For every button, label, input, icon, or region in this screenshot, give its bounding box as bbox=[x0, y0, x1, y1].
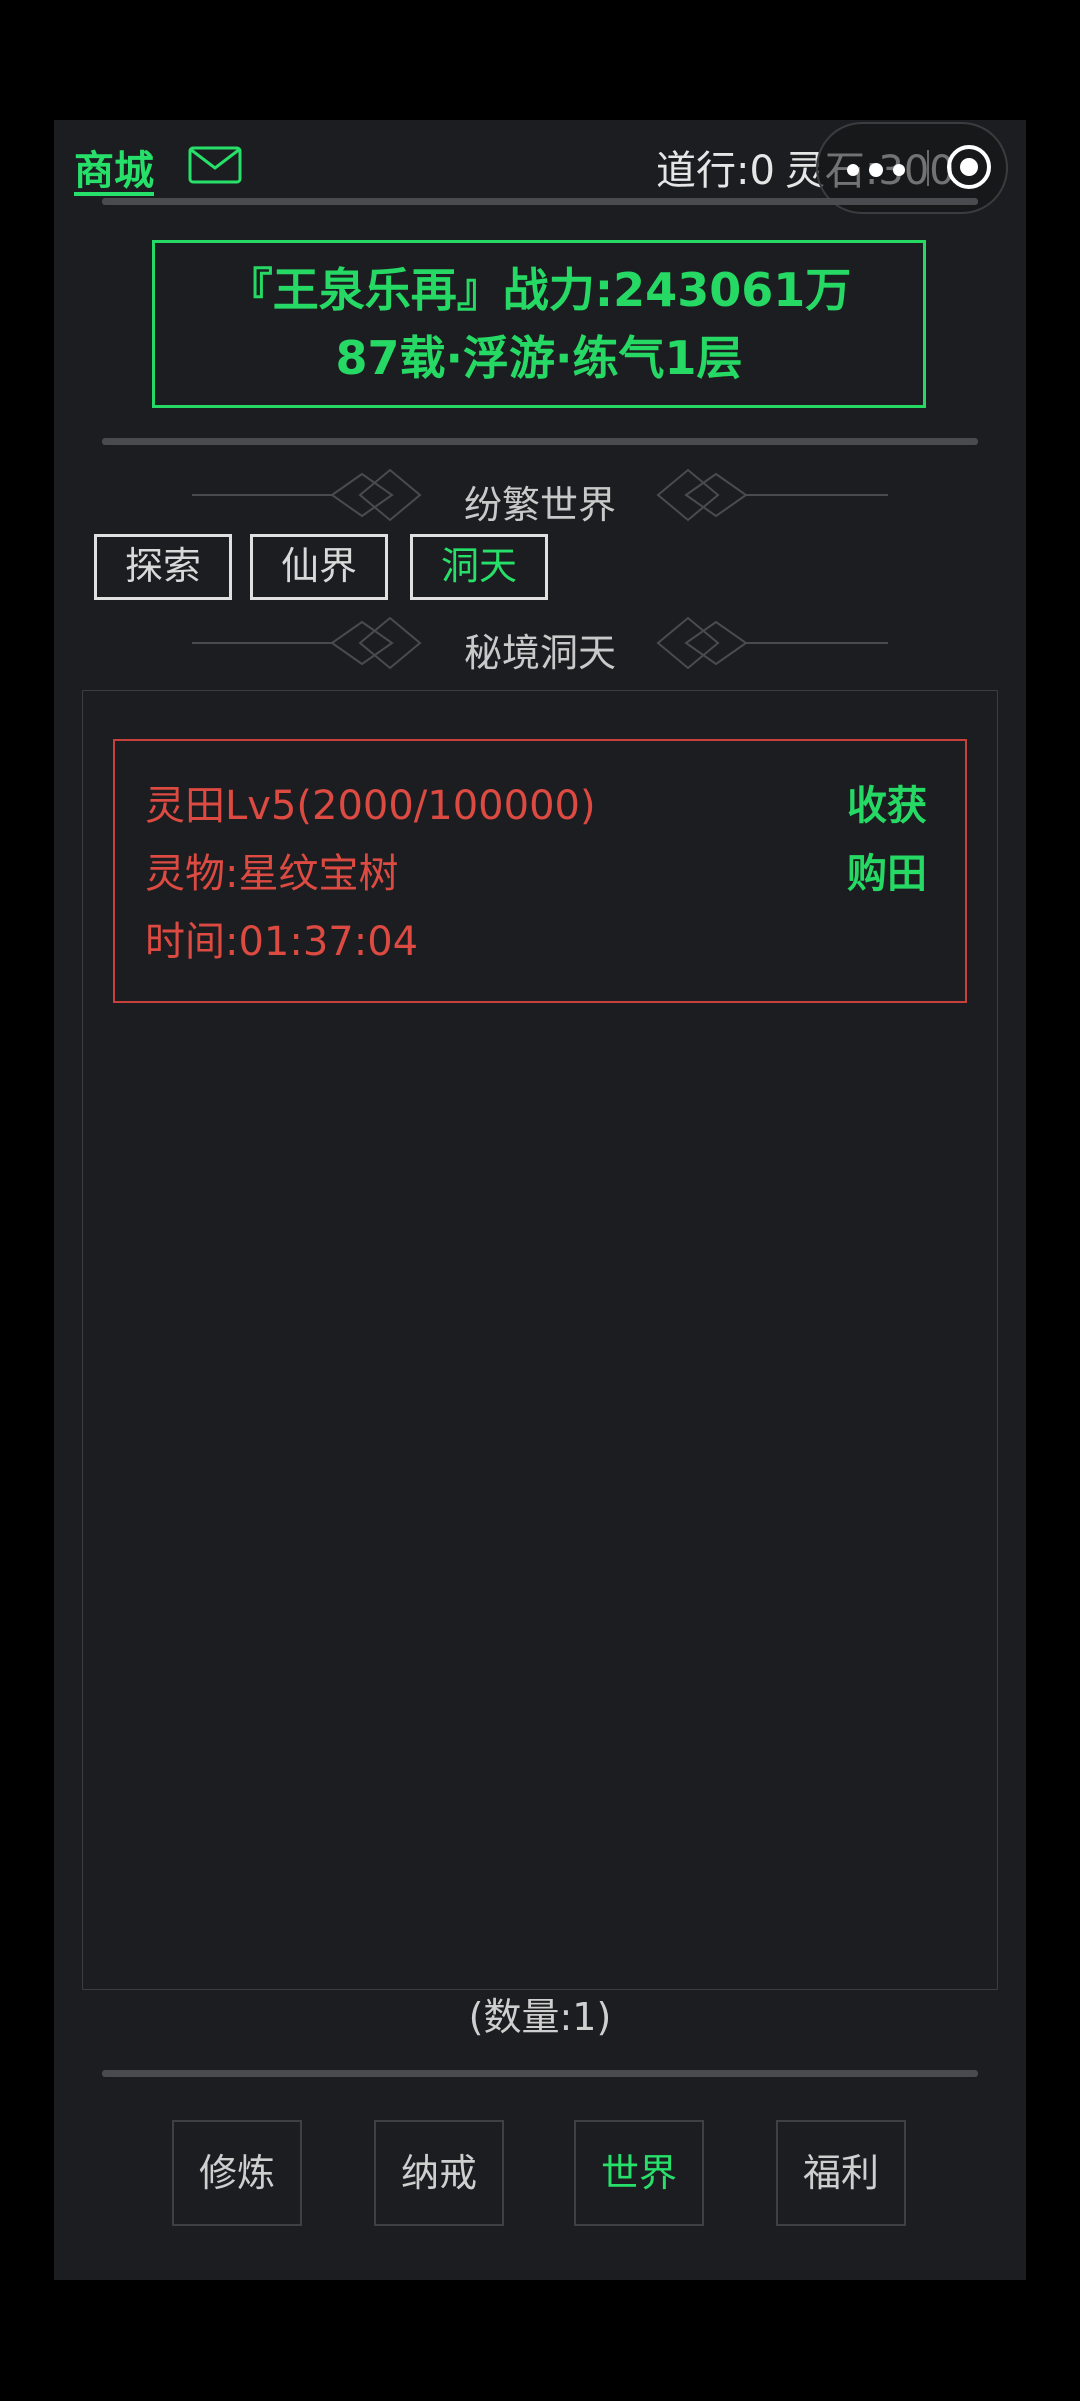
diamond-ornament-icon bbox=[656, 468, 888, 522]
nav-world[interactable]: 世界 bbox=[574, 2120, 704, 2226]
profile-box: 『王泉乐再』战力:243061万 87载·浮游·练气1层 bbox=[152, 240, 926, 408]
close-target-icon[interactable] bbox=[946, 144, 992, 194]
realm-section-header: 秘境洞天 bbox=[54, 608, 1026, 678]
tab-cave-heaven[interactable]: 洞天 bbox=[410, 534, 548, 600]
player-power: 『王泉乐再』战力:243061万 bbox=[226, 263, 852, 317]
daoxing-value: 道行:0 bbox=[656, 148, 775, 194]
cave-heaven-panel: 灵田Lv5(2000/100000) 收获 灵物:星纹宝树 购田 时间:01:3… bbox=[82, 690, 998, 1990]
more-dots-icon[interactable] bbox=[846, 162, 906, 181]
field-timer: 时间:01:37:04 bbox=[145, 919, 419, 965]
spirit-field-card: 灵田Lv5(2000/100000) 收获 灵物:星纹宝树 购田 时间:01:3… bbox=[113, 739, 967, 1003]
nav-storage-ring[interactable]: 纳戒 bbox=[374, 2120, 504, 2226]
tab-immortal-realm[interactable]: 仙界 bbox=[250, 534, 388, 600]
shop-link[interactable]: 商城 bbox=[74, 138, 154, 196]
nav-cultivate[interactable]: 修炼 bbox=[172, 2120, 302, 2226]
item-count: (数量:1) bbox=[468, 1995, 612, 2039]
capsule-separator bbox=[927, 150, 929, 186]
game-screen: 商城 道行:0灵石:300 bbox=[54, 120, 1026, 2280]
field-plant: 灵物:星纹宝树 bbox=[145, 851, 399, 897]
tab-explore[interactable]: 探索 bbox=[94, 534, 232, 600]
top-bar: 商城 道行:0灵石:300 bbox=[54, 120, 1026, 214]
diamond-ornament-icon bbox=[656, 616, 888, 670]
nav-welfare[interactable]: 福利 bbox=[776, 2120, 906, 2226]
mail-icon[interactable] bbox=[188, 146, 242, 188]
field-level: 灵田Lv5(2000/100000) bbox=[145, 783, 596, 829]
player-status: 87载·浮游·练气1层 bbox=[335, 331, 743, 385]
bottom-divider bbox=[102, 2070, 978, 2077]
harvest-button[interactable]: 收获 bbox=[847, 773, 927, 831]
world-section-header: 纷繁世界 bbox=[54, 460, 1026, 530]
top-divider bbox=[102, 198, 978, 205]
profile-divider bbox=[102, 438, 978, 445]
buy-field-button[interactable]: 购田 bbox=[847, 841, 927, 899]
